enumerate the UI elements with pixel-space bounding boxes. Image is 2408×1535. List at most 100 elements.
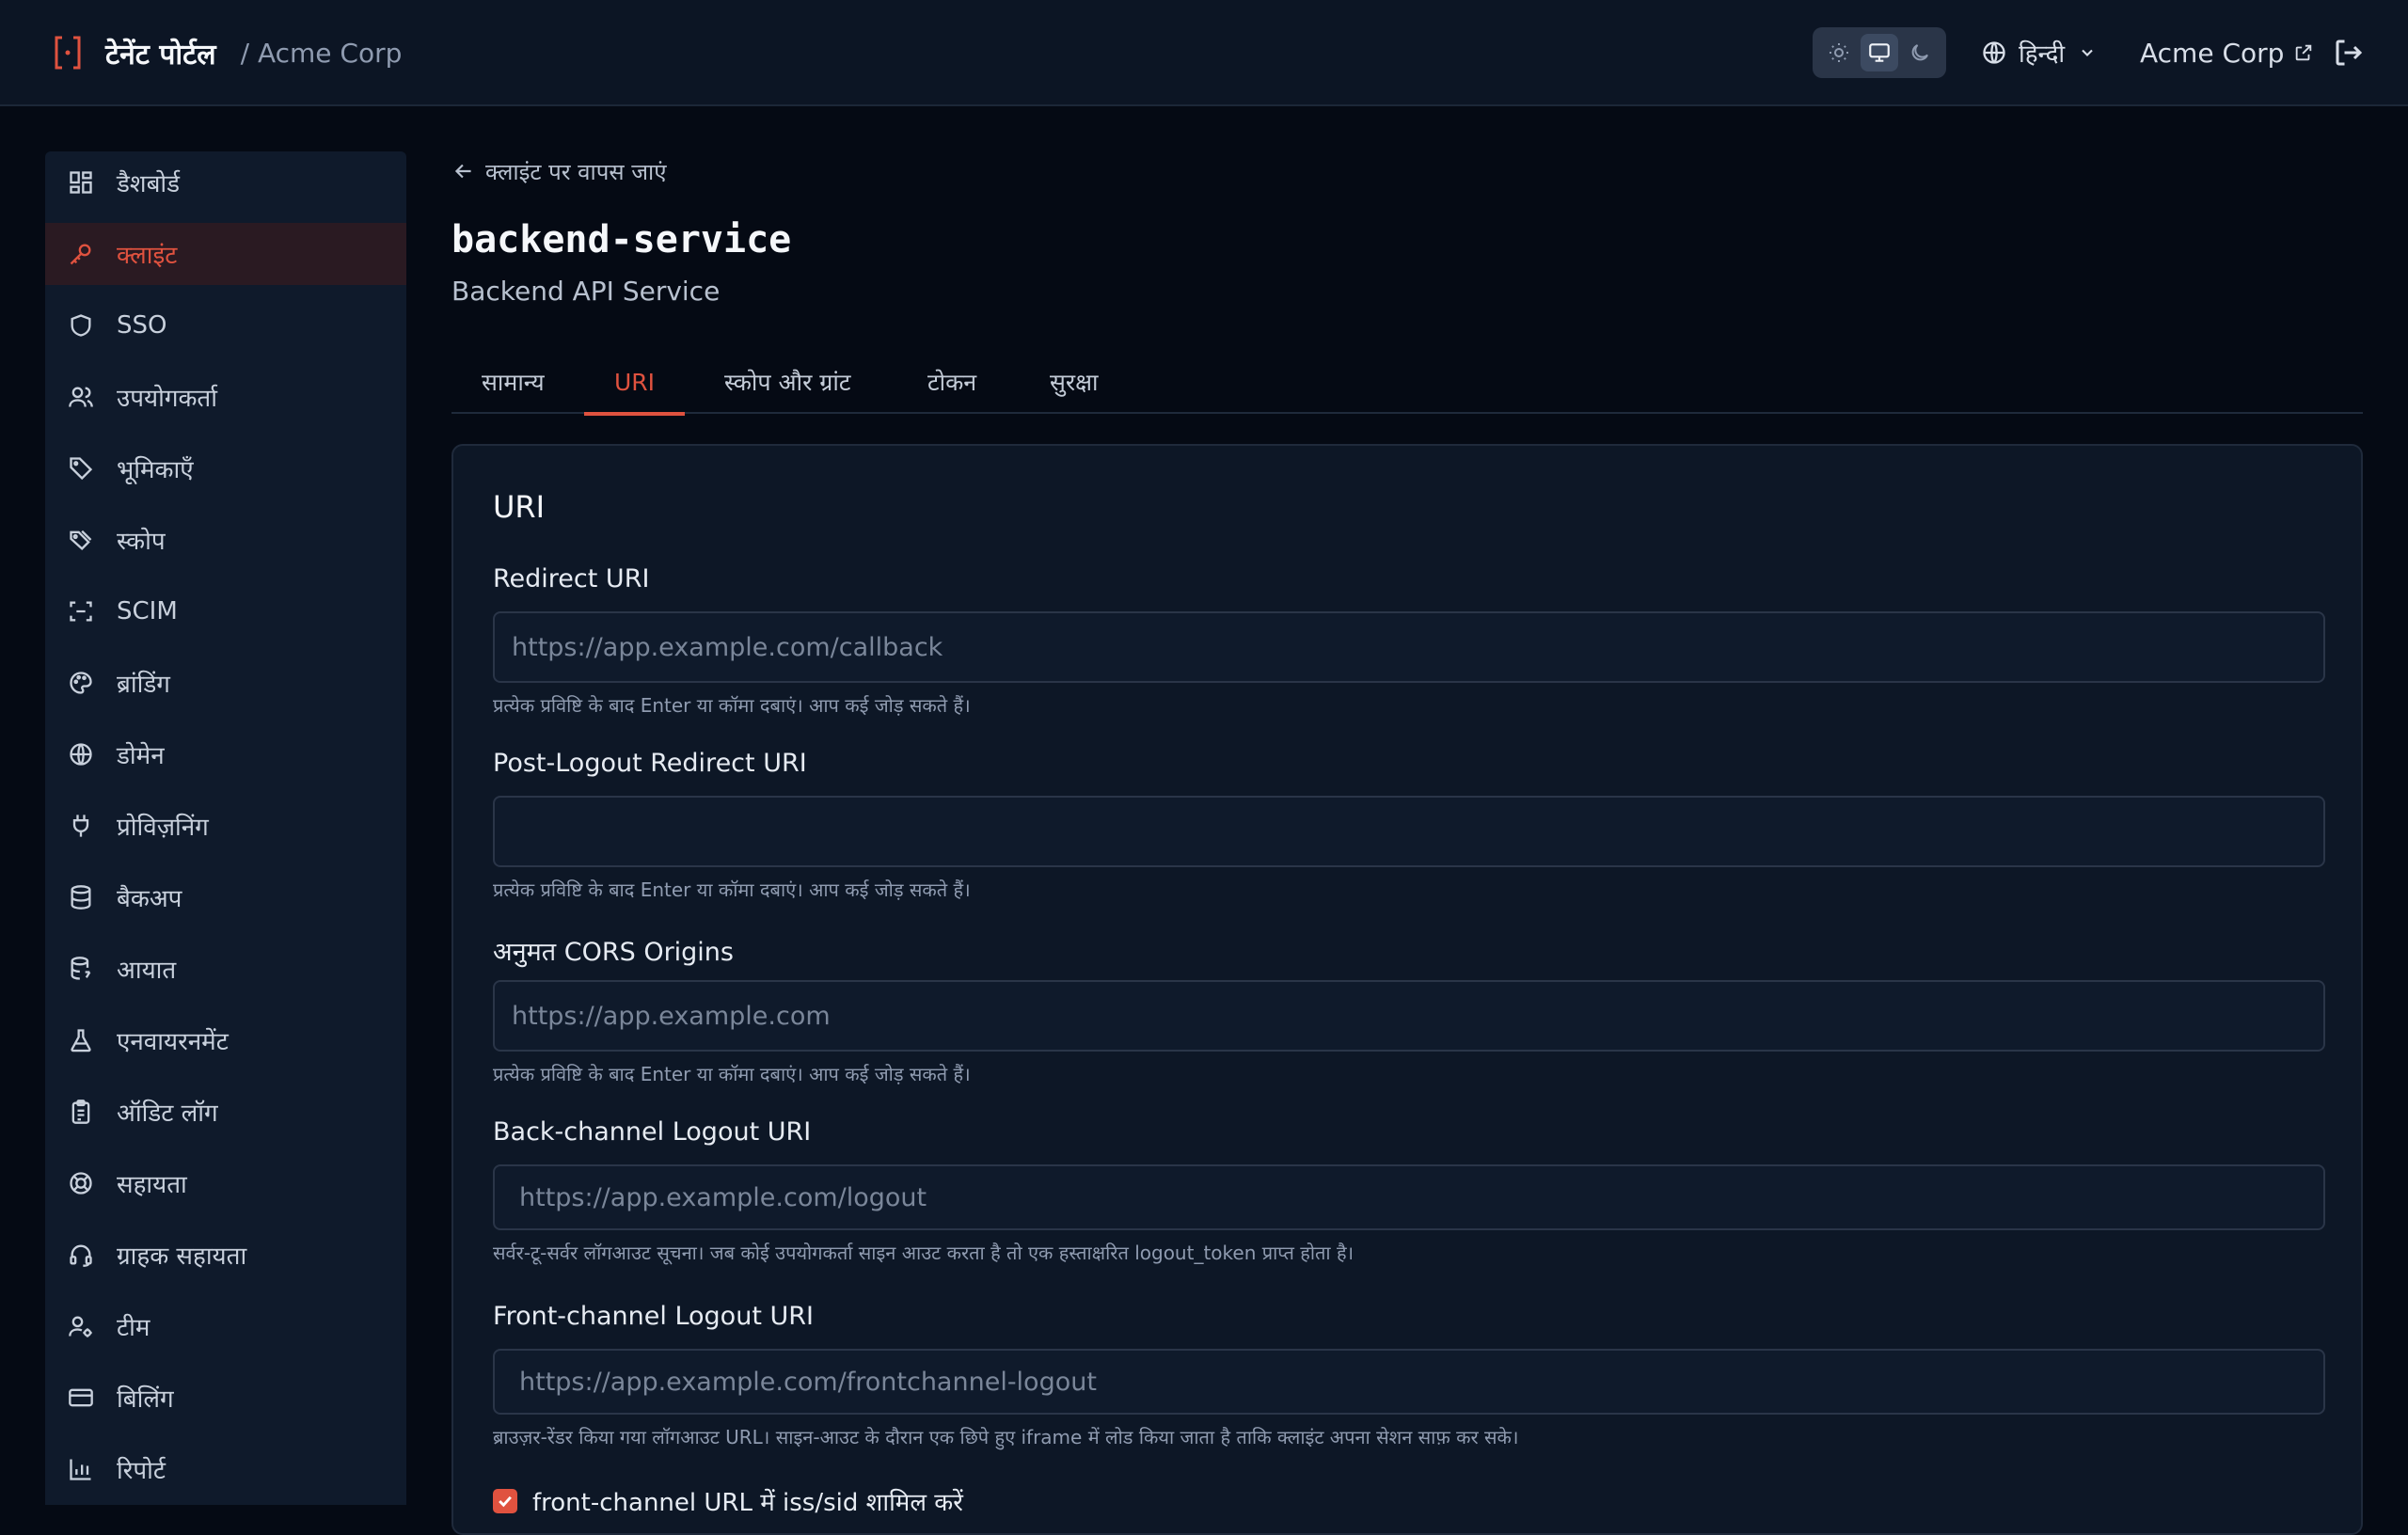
field-help: प्रत्येक प्रविष्टि के बाद Enter या कॉमा … [493,1063,971,1085]
sidebar-item-import[interactable]: आयात [45,938,406,1000]
backchannel-logout-uri-field: Back-channel Logout URI https://app.exam… [493,1117,2325,1265]
frontchannel-logout-uri-field: Front-channel Logout URI https://app.exa… [493,1302,2325,1449]
flask-icon [66,1025,96,1055]
tab-label: सामान्य [482,369,545,396]
backchannel-logout-uri-input[interactable]: https://app.example.com/logout [493,1164,2325,1230]
tag-icon [66,453,96,483]
sidebar-item-label: डोमेन [117,742,165,770]
palette-icon [66,668,96,698]
field-label: Back-channel Logout URI [493,1117,812,1147]
scan-icon [66,596,96,626]
sidebar-item-dashboard[interactable]: डैशबोर्ड [45,151,406,214]
sidebar-item-reports[interactable]: रिपोर्ट [45,1438,406,1500]
check-icon [499,1495,512,1508]
sidebar-item-sso[interactable]: SSO [45,294,406,356]
sidebar-item-billing[interactable]: बिलिंग [45,1367,406,1429]
sidebar-item-branding[interactable]: ब्रांडिंग [45,652,406,714]
sidebar-item-backup[interactable]: बैकअप [45,866,406,928]
sidebar-item-label: SSO [117,311,167,340]
users-icon [66,382,96,412]
redirect-uri-field: Redirect URI https://app.example.com/cal… [493,564,2325,718]
app-title: टेनेंट पोर्टल [105,38,216,71]
user-cog-icon [66,1311,96,1341]
sidebar-item-label: भूमिकाएँ [117,456,194,484]
sidebar-item-label: बैकअप [117,885,182,913]
sidebar-item-provisioning[interactable]: प्रोविज़निंग [45,795,406,857]
tab-tokens[interactable]: टोकन [927,350,976,414]
plug-icon [66,811,96,841]
arrow-left-icon [454,164,471,179]
database-icon [66,882,96,912]
back-to-clients-link[interactable]: क्लाइंट पर वापस जाएं [452,150,667,192]
sidebar-item-label: बिलिंग [117,1385,174,1414]
tab-label: URI [614,368,656,396]
sidebar: डैशबोर्ड क्लाइंट SSO उपयोगकर्ता भूमिकाएँ… [45,151,406,1505]
dashboard-icon [66,167,96,198]
clipboard-icon [66,1097,96,1127]
tab-security[interactable]: सुरक्षा [1050,350,1099,414]
headset-icon [66,1240,96,1270]
field-label: अनुमत CORS Origins [493,938,734,967]
database-import-icon [66,954,96,984]
sidebar-item-users[interactable]: उपयोगकर्ता [45,366,406,428]
post-logout-redirect-uri-field: Post-Logout Redirect URI प्रत्येक प्रविष… [493,749,2325,902]
tab-bar: सामान्य URI स्कोप और ग्रांट टोकन सुरक्षा [452,350,2363,416]
field-label: Front-channel Logout URI [493,1302,814,1331]
sidebar-item-label: एनवायरनमेंट [117,1028,229,1056]
tab-label: टोकन [927,369,977,396]
include-iss-sid-checkbox[interactable] [493,1489,517,1513]
globe-icon [66,739,96,769]
tab-uri[interactable]: URI [583,350,686,416]
field-help: प्रत्येक प्रविष्टि के बाद Enter या कॉमा … [493,694,971,717]
cors-origins-input[interactable]: https://app.example.com [493,980,2325,1052]
sidebar-item-scopes[interactable]: स्कोप [45,509,406,571]
field-help: ब्राउज़र-रेंडर किया गया लॉगआउट URL। साइन… [493,1426,1519,1448]
credit-card-icon [66,1383,96,1413]
tab-scopes-grants[interactable]: स्कोप और ग्रांट [724,350,850,414]
sidebar-item-clients[interactable]: क्लाइंट [45,223,406,285]
frontchannel-logout-uri-input[interactable]: https://app.example.com/frontchannel-log… [493,1349,2325,1415]
key-icon [66,239,96,269]
sidebar-item-roles[interactable]: भूमिकाएँ [45,437,406,499]
checkbox-label: front-channel URL में iss/sid शामिल करें [532,1489,963,1517]
sidebar-item-label: सहायता [117,1171,187,1199]
back-link-label: क्लाइंट पर वापस जाएं [485,158,667,185]
sidebar-item-team[interactable]: टीम [45,1295,406,1357]
shield-icon [66,310,96,340]
sidebar-item-audit-log[interactable]: ऑडिट लॉग [45,1081,406,1143]
include-iss-sid-option: front-channel URL में iss/sid शामिल करें [493,1484,963,1518]
lifebuoy-icon [66,1168,96,1198]
tab-general[interactable]: सामान्य [482,350,545,414]
sidebar-item-scim[interactable]: SCIM [45,580,406,642]
sidebar-item-help[interactable]: सहायता [45,1152,406,1214]
sidebar-item-label: डैशबोर्ड [117,170,181,198]
card-title: URI [493,489,546,525]
sidebar-item-customer-support[interactable]: ग्राहक सहायता [45,1224,406,1286]
sidebar-item-label: स्कोप [117,528,166,556]
uri-card: URI Redirect URI https://app.example.com… [452,444,2363,1535]
sidebar-item-label: आयात [117,957,177,985]
field-label: Post-Logout Redirect URI [493,749,807,778]
sidebar-item-label: टीम [117,1314,150,1342]
org-breadcrumb: / Acme Corp [240,37,403,69]
post-logout-redirect-uri-input[interactable] [493,796,2325,867]
tags-icon [66,525,96,555]
sidebar-item-domains[interactable]: डोमेन [45,723,406,785]
redirect-uri-input[interactable]: https://app.example.com/callback [493,611,2325,683]
page-title: backend-service [452,218,792,261]
sidebar-item-label: रिपोर्ट [117,1457,166,1485]
page-subtitle: Backend API Service [452,276,721,307]
logo-icon [55,36,81,70]
cors-origins-field: अनुमत CORS Origins https://app.example.c… [493,933,2325,1086]
field-help: सर्वर-टू-सर्वर लॉगआउट सूचना। जब कोई उपयो… [493,1242,1354,1264]
tab-label: स्कोप और ग्रांट [724,369,851,396]
sidebar-item-label: ब्रांडिंग [117,671,170,699]
tab-label: सुरक्षा [1050,369,1099,396]
brand[interactable]: टेनेंट पोर्टल / Acme Corp [53,28,402,77]
sidebar-item-label: उपयोगकर्ता [117,385,217,413]
field-help: प्रत्येक प्रविष्टि के बाद Enter या कॉमा … [493,878,971,901]
sidebar-item-label: SCIM [117,597,178,625]
chart-icon [66,1454,96,1484]
field-label: Redirect URI [493,564,650,593]
sidebar-item-environments[interactable]: एनवायरनमेंट [45,1009,406,1071]
